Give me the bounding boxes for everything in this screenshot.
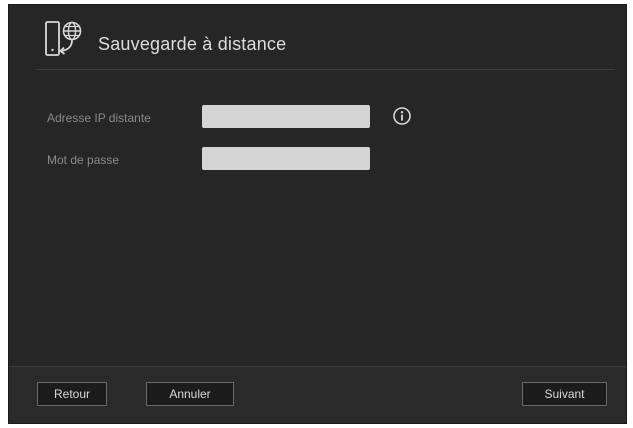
dialog-header: Sauvegarde à distance xyxy=(36,5,615,70)
remote-ip-input[interactable] xyxy=(202,105,370,128)
info-icon[interactable] xyxy=(392,106,412,126)
next-button[interactable]: Suivant xyxy=(522,382,607,406)
password-label: Mot de passe xyxy=(47,153,120,167)
cancel-button[interactable]: Annuler xyxy=(146,382,234,406)
remote-ip-label: Adresse IP distante xyxy=(47,111,151,125)
remote-backup-icon xyxy=(45,21,82,56)
password-input[interactable] xyxy=(202,147,370,170)
remote-backup-dialog: Sauvegarde à distance Adresse IP distant… xyxy=(8,4,627,424)
dialog-footer: Retour Annuler Suivant xyxy=(9,366,626,423)
dialog-title: Sauvegarde à distance xyxy=(98,34,287,54)
back-button[interactable]: Retour xyxy=(37,382,107,406)
